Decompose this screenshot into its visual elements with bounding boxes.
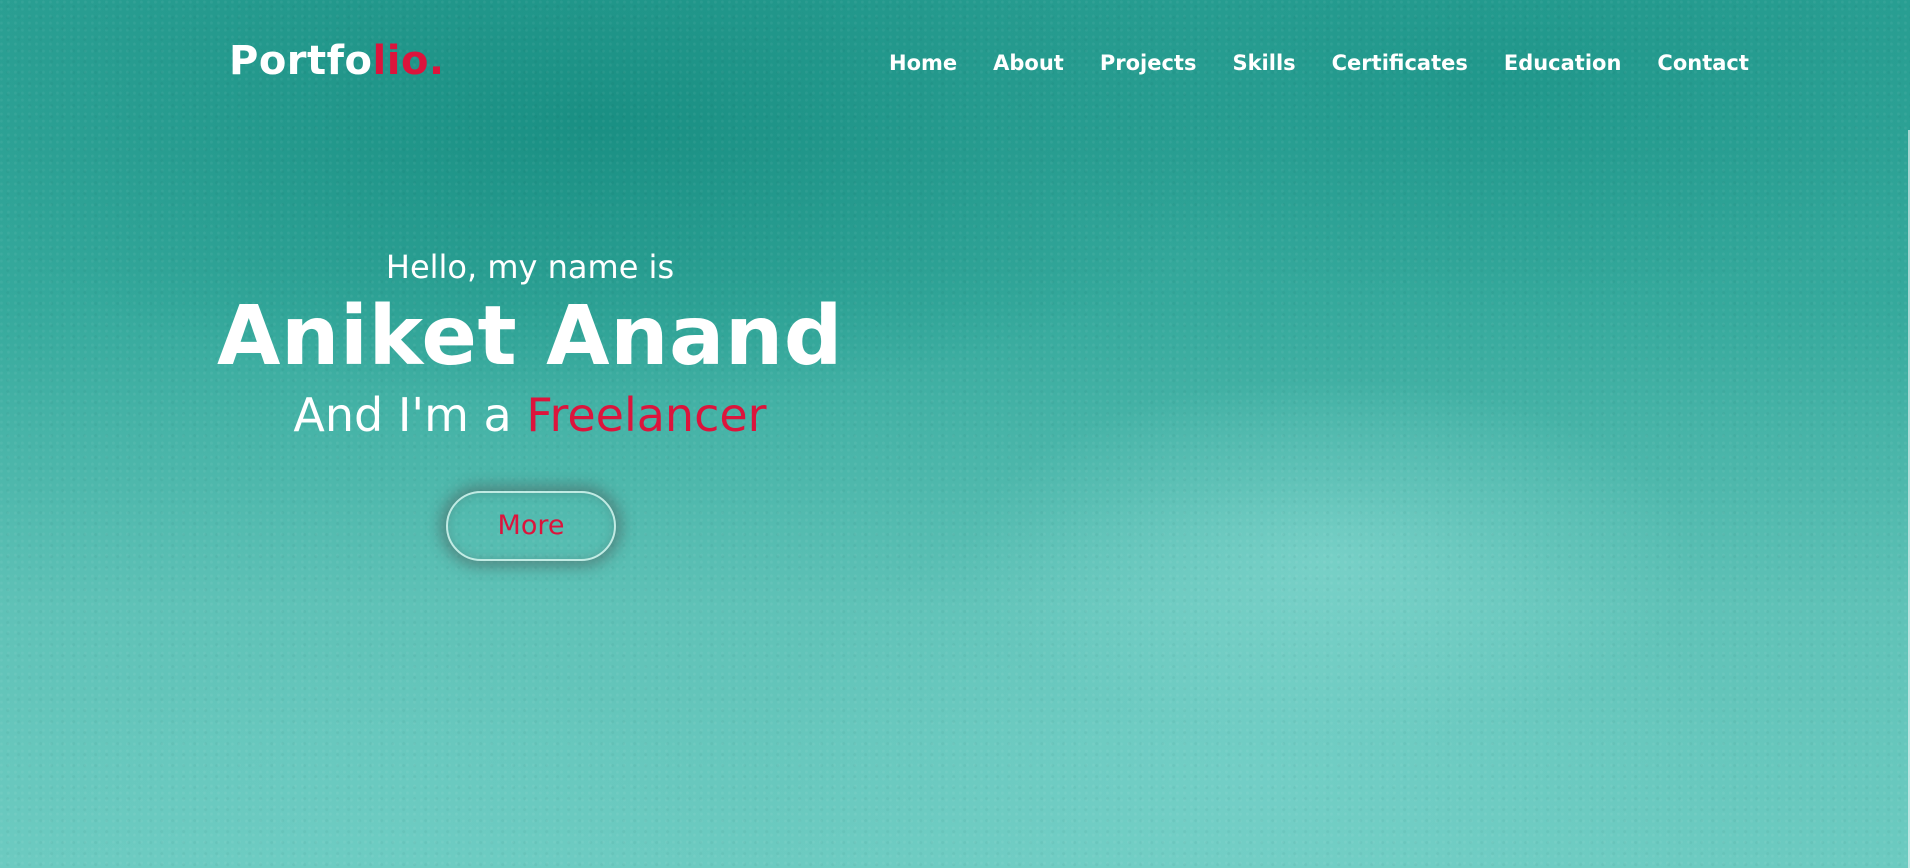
logo-text-main: Portfo	[229, 38, 373, 84]
hero-section: Hello, my name is Aniket Anand And I'm a…	[210, 240, 850, 443]
hero-greeting: Hello, my name is	[385, 248, 675, 286]
nav-item-certificates[interactable]: Certificates	[1332, 49, 1468, 77]
more-button[interactable]: More	[446, 491, 616, 561]
hero-role-prefix: And I'm a	[293, 388, 527, 442]
nav-item-projects[interactable]: Projects	[1100, 49, 1197, 77]
site-logo[interactable]: Portfolio.	[229, 38, 445, 84]
logo-text-accent: lio.	[372, 38, 445, 84]
nav-item-education[interactable]: Education	[1504, 49, 1622, 77]
nav-item-skills[interactable]: Skills	[1232, 49, 1295, 77]
nav-item-contact[interactable]: Contact	[1657, 49, 1749, 77]
hero-role-highlight: Freelancer	[526, 388, 767, 442]
hero-role: And I'm a Freelancer	[210, 387, 850, 443]
nav-item-home[interactable]: Home	[889, 49, 957, 77]
navbar: Portfolio. Home About Projects Skills Ce…	[0, 0, 1910, 126]
nav-item-about[interactable]: About	[993, 49, 1064, 77]
hero-name: Aniket Anand	[217, 289, 843, 384]
nav-menu: Home About Projects Skills Certificates …	[889, 49, 1749, 77]
